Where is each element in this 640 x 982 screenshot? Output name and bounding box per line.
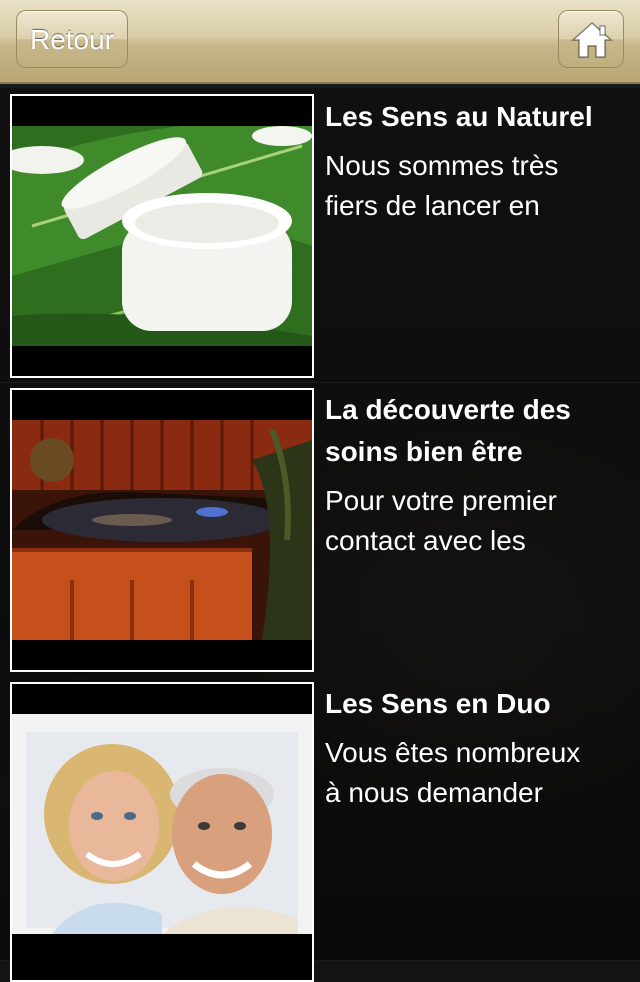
spa-tub-image: [12, 420, 312, 640]
article-title: Les Sens au Naturel: [325, 101, 593, 132]
home-icon: [571, 21, 613, 58]
back-button[interactable]: Retour: [16, 10, 128, 68]
home-button[interactable]: [558, 10, 624, 68]
article-thumbnail: [10, 388, 314, 672]
article-excerpt-line: contact avec les: [325, 525, 526, 556]
article-excerpt-line: Vous êtes nombreux: [325, 737, 581, 768]
article-excerpt-line: Pour votre premier: [325, 485, 557, 516]
navigation-bar: Retour: [0, 0, 640, 84]
list-item[interactable]: Les Sens en Duo Vous êtes nombreux à nou…: [0, 677, 640, 982]
list-item[interactable]: La découverte des soins bien être Pour v…: [0, 383, 640, 678]
article-thumbnail: [10, 682, 314, 982]
article-excerpt-line: fiers de lancer en: [325, 190, 540, 221]
article-title-line: La découverte des: [325, 394, 571, 425]
article-title-line: soins bien être: [325, 436, 523, 467]
couple-photo-image: [12, 714, 312, 934]
article-thumbnail: [10, 94, 314, 378]
article-excerpt-line: à nous demander: [325, 777, 543, 808]
cream-jar-image: [12, 126, 312, 346]
article-title: Les Sens en Duo: [325, 688, 551, 719]
article-excerpt-line: Nous sommes très: [325, 150, 559, 181]
list-item[interactable]: Les Sens au Naturel Nous sommes très fie…: [0, 88, 640, 383]
